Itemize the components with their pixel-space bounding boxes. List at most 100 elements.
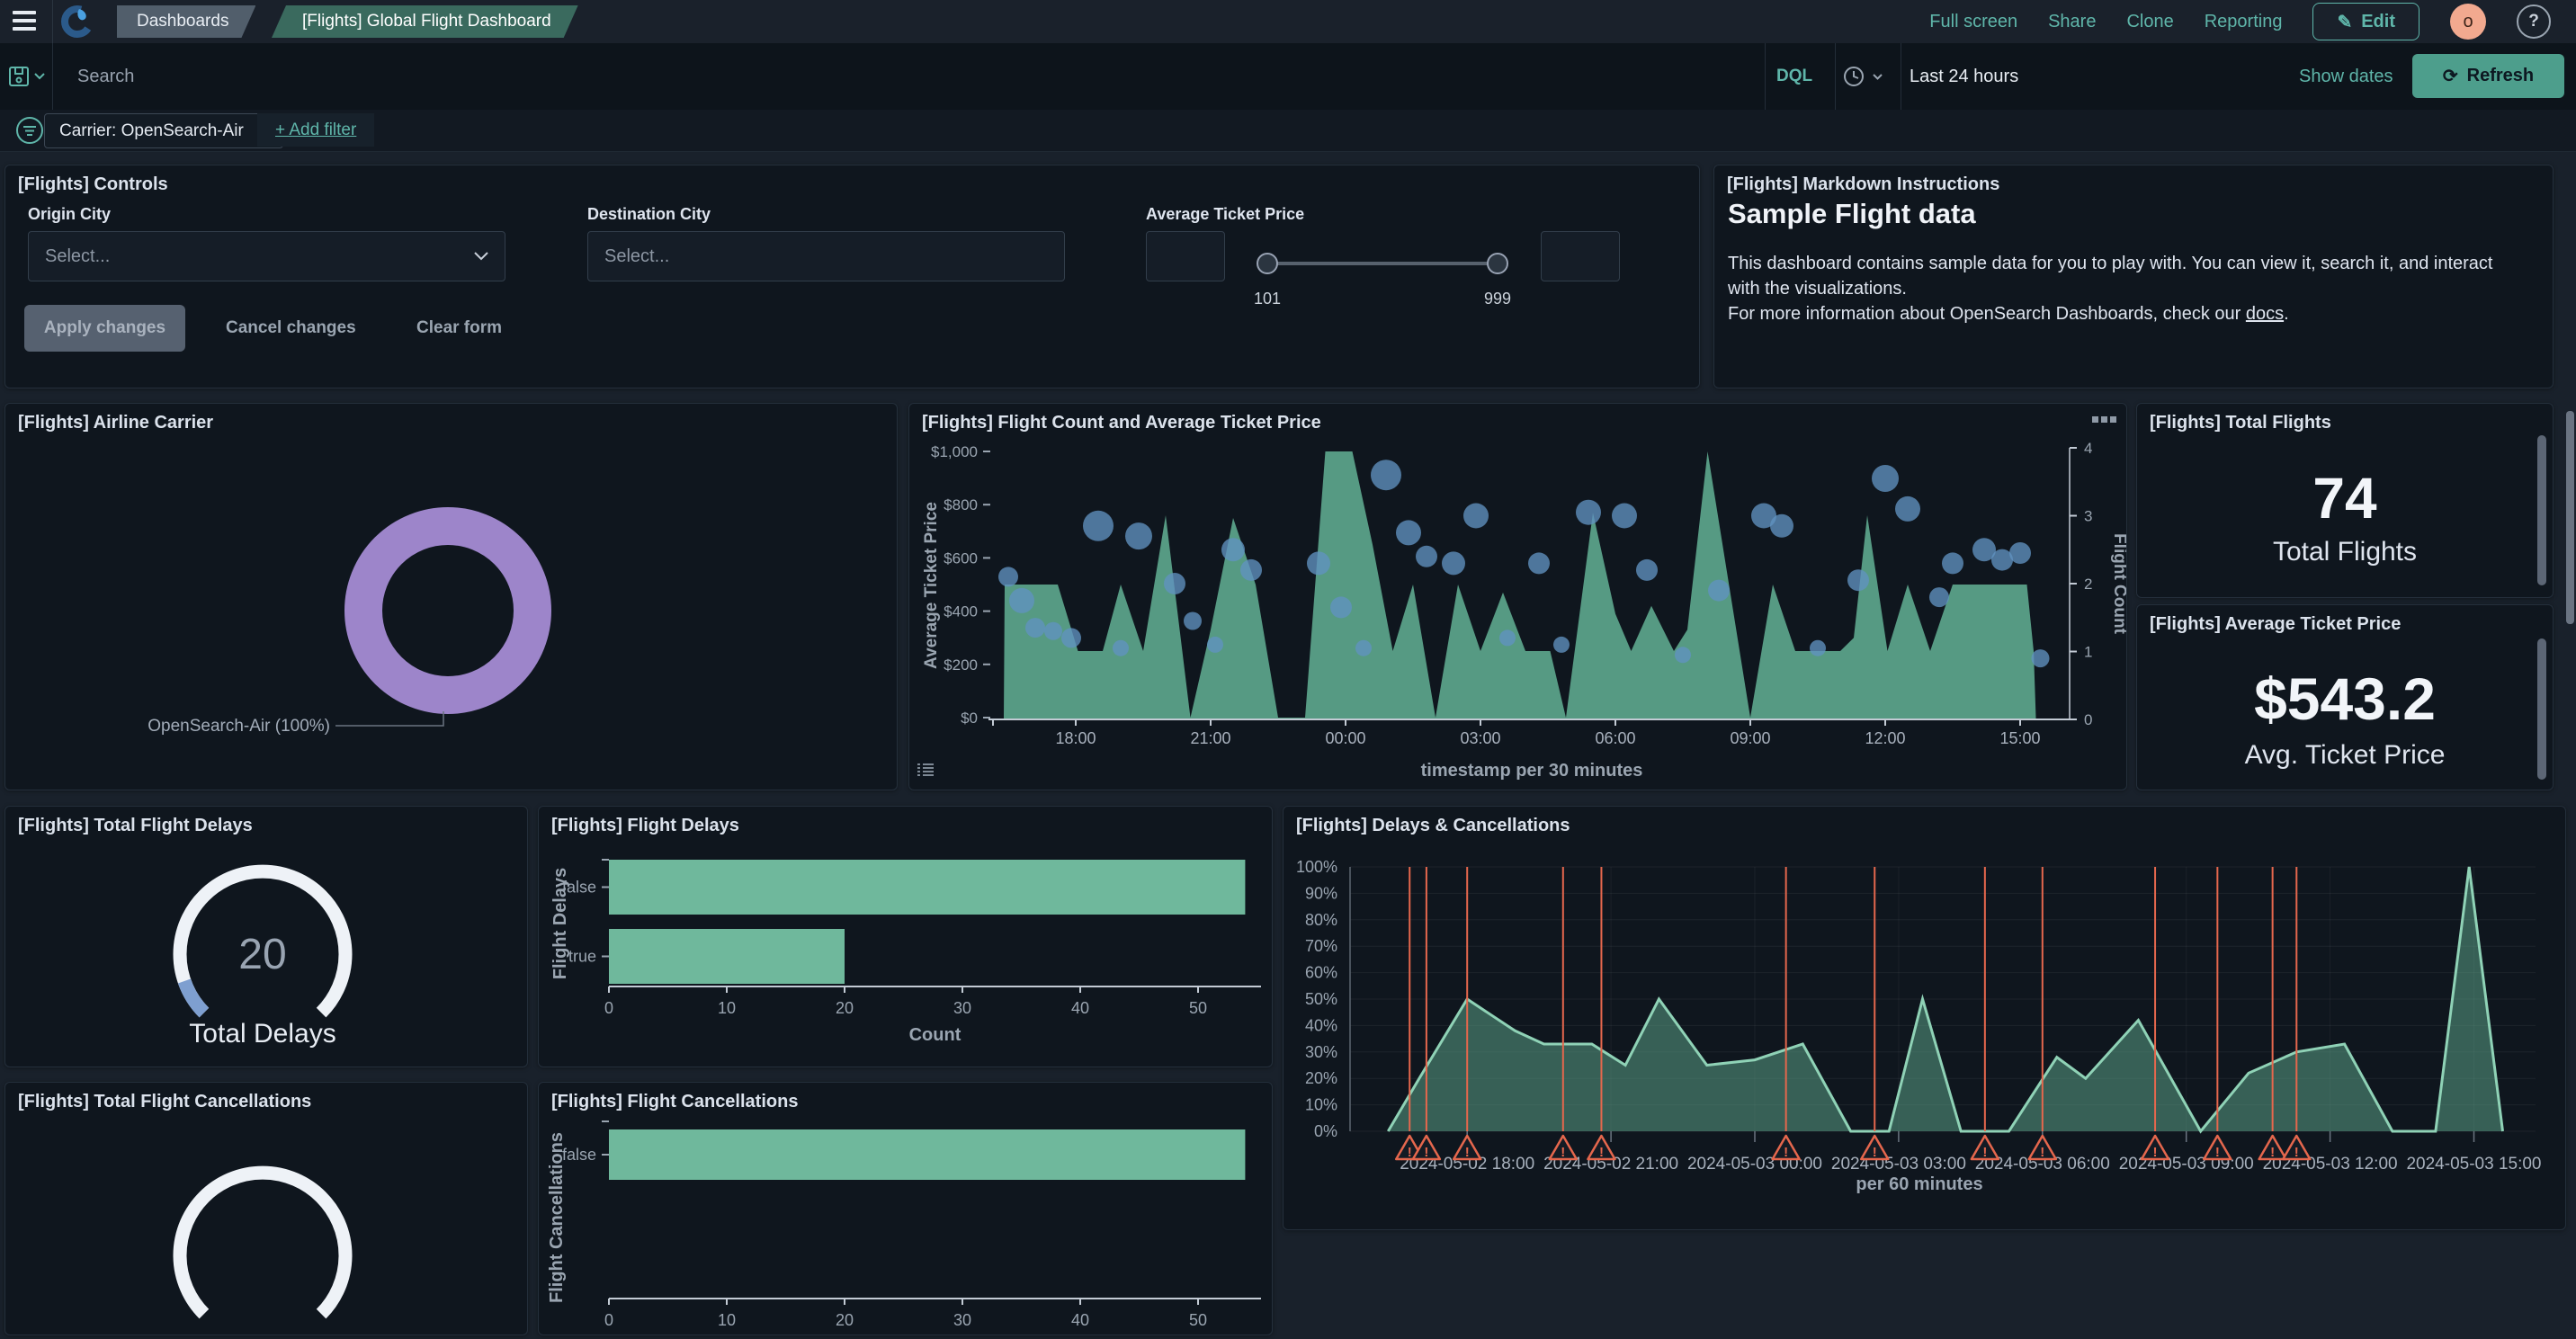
panel-scrollbar[interactable]: [2537, 638, 2546, 780]
svg-text:2024-05-03 03:00: 2024-05-03 03:00: [1831, 1155, 1966, 1174]
total-delays-gauge[interactable]: 20Total Delays: [5, 807, 527, 1067]
svg-text:80%: 80%: [1305, 911, 1337, 929]
origin-city-select[interactable]: Select...: [28, 231, 505, 281]
show-dates-button[interactable]: Show dates: [2299, 43, 2393, 110]
refresh-button[interactable]: ⟳ Refresh: [2412, 54, 2564, 98]
panel-title[interactable]: [Flights] Controls: [18, 174, 168, 195]
price-range-slider[interactable]: [1267, 262, 1498, 265]
svg-text:40: 40: [1071, 999, 1089, 1017]
user-avatar[interactable]: o: [2450, 4, 2486, 40]
saved-query-menu-button[interactable]: [0, 43, 53, 110]
airline-carrier-donut-chart[interactable]: OpenSearch-Air (100%): [5, 404, 897, 790]
clone-link[interactable]: Clone: [2126, 12, 2173, 32]
svg-text:!: !: [1982, 1145, 1987, 1160]
panel-title[interactable]: [Flights] Flight Count and Average Ticke…: [922, 413, 1321, 433]
search-input[interactable]: Search: [77, 43, 134, 110]
panel-title[interactable]: [Flights] Flight Delays: [551, 816, 739, 836]
price-slider-handle-max[interactable]: [1487, 253, 1508, 274]
breadcrumb-label: Dashboards: [137, 12, 228, 31]
flight-delays-bar-chart[interactable]: falsetrue01020304050CountFlight Delays: [539, 807, 1272, 1067]
destination-city-label: Destination City: [587, 205, 711, 224]
svg-text:Average Ticket Price: Average Ticket Price: [922, 502, 941, 669]
menu-icon[interactable]: [13, 11, 36, 32]
price-min-input[interactable]: [1146, 231, 1225, 281]
share-link[interactable]: Share: [2048, 12, 2096, 32]
panel-title[interactable]: [Flights] Total Flight Cancellations: [18, 1092, 311, 1112]
svg-text:!: !: [1784, 1145, 1788, 1160]
svg-text:3: 3: [2084, 508, 2092, 525]
full-screen-link[interactable]: Full screen: [1929, 12, 2017, 32]
docs-link[interactable]: docs: [2246, 304, 2284, 324]
panel-title[interactable]: [Flights] Markdown Instructions: [1727, 174, 1999, 195]
breadcrumb-label: [Flights] Global Flight Dashboard: [302, 12, 551, 31]
svg-text:03:00: 03:00: [1460, 729, 1500, 747]
panel-total-flight-cancellations: [Flights] Total Flight Cancellations: [4, 1082, 528, 1335]
time-range-value[interactable]: Last 24 hours: [1910, 43, 2018, 110]
refresh-icon: ⟳: [2443, 65, 2458, 87]
pencil-icon: ✎: [2337, 11, 2352, 33]
opensearch-logo-icon[interactable]: [59, 4, 95, 40]
top-nav-bar: Dashboards [Flights] Global Flight Dashb…: [0, 0, 2576, 44]
svg-text:40: 40: [1071, 1311, 1089, 1329]
svg-text:30%: 30%: [1305, 1043, 1337, 1061]
svg-text:09:00: 09:00: [1730, 729, 1770, 747]
filter-options-icon[interactable]: [14, 115, 45, 150]
clock-icon: [1842, 65, 1865, 88]
panel-title[interactable]: [Flights] Total Flight Delays: [18, 816, 253, 836]
panel-title[interactable]: [Flights] Flight Cancellations: [551, 1092, 798, 1112]
panel-title[interactable]: [Flights] Total Flights: [2150, 413, 2331, 433]
breadcrumb-dashboards[interactable]: Dashboards: [117, 5, 255, 38]
svg-text:$200: $200: [944, 656, 978, 674]
panel-menu-icon[interactable]: [2092, 413, 2117, 429]
panel-flight-count-price: [Flights] Flight Count and Average Ticke…: [908, 403, 2127, 790]
avg-ticket-price-label: Avg. Ticket Price: [2137, 740, 2553, 771]
legend-toggle-icon[interactable]: [917, 762, 935, 782]
origin-city-label: Origin City: [28, 205, 111, 224]
price-slider-handle-min[interactable]: [1257, 253, 1278, 274]
separator: [1835, 43, 1836, 110]
apply-changes-button[interactable]: Apply changes: [24, 305, 185, 352]
delays-cancellations-chart[interactable]: 0%10%20%30%40%50%60%70%80%90%100%2024-05…: [1284, 807, 2565, 1229]
svg-text:Count: Count: [909, 1025, 962, 1045]
help-icon[interactable]: ?: [2517, 4, 2551, 39]
panel-flights-controls: [Flights] Controls Origin City Select...…: [4, 165, 1700, 388]
panel-flight-delays: [Flights] Flight Delays falsetrue0102030…: [538, 806, 1273, 1067]
panel-scrollbar[interactable]: [2537, 435, 2546, 585]
panel-markdown-instructions: [Flights] Markdown Instructions Sample F…: [1713, 165, 2554, 388]
svg-text:!: !: [2153, 1145, 2158, 1160]
flight-count-price-chart[interactable]: $0$200$400$600$800$1,000Average Ticket P…: [909, 404, 2126, 790]
cancel-changes-button[interactable]: Cancel changes: [226, 305, 356, 352]
svg-text:!: !: [1561, 1145, 1565, 1160]
svg-text:10: 10: [718, 1311, 736, 1329]
total-cancellations-gauge[interactable]: [5, 1083, 527, 1335]
svg-text:$0: $0: [961, 710, 978, 727]
svg-text:2024-05-03 09:00: 2024-05-03 09:00: [2119, 1155, 2254, 1174]
svg-text:30: 30: [953, 999, 971, 1017]
panel-title[interactable]: [Flights] Delays & Cancellations: [1296, 816, 1570, 836]
edit-button[interactable]: ✎ Edit: [2312, 3, 2419, 40]
svg-text:20: 20: [238, 931, 286, 978]
header-divider: [52, 0, 53, 43]
breadcrumb-current-dashboard[interactable]: [Flights] Global Flight Dashboard: [272, 5, 578, 38]
panel-title[interactable]: [Flights] Airline Carrier: [18, 413, 213, 433]
filter-chip-carrier[interactable]: Carrier: OpenSearch-Air ✕: [44, 113, 283, 148]
svg-text:0%: 0%: [1314, 1122, 1337, 1140]
clear-form-button[interactable]: Clear form: [416, 305, 502, 352]
svg-text:2024-05-03 00:00: 2024-05-03 00:00: [1687, 1155, 1822, 1174]
dql-language-button[interactable]: DQL: [1776, 43, 1812, 110]
panel-title[interactable]: [Flights] Average Ticket Price: [2150, 614, 2401, 635]
add-filter-button[interactable]: + Add filter: [257, 113, 374, 147]
destination-city-placeholder: Select...: [604, 246, 669, 267]
price-max-input[interactable]: [1541, 231, 1620, 281]
flight-cancellations-bar-chart[interactable]: false01020304050CountFlight Cancellation…: [539, 1083, 1272, 1335]
svg-text:60%: 60%: [1305, 964, 1337, 982]
page-scrollbar-thumb[interactable]: [2566, 411, 2574, 624]
destination-city-select[interactable]: Select...: [587, 231, 1065, 281]
svg-text:12:00: 12:00: [1865, 729, 1905, 747]
svg-text:50: 50: [1189, 1311, 1207, 1329]
svg-text:0: 0: [2084, 711, 2092, 728]
svg-text:20: 20: [836, 999, 854, 1017]
reporting-link[interactable]: Reporting: [2205, 12, 2283, 32]
svg-text:!: !: [1599, 1145, 1604, 1160]
time-picker-quick-menu[interactable]: [1842, 43, 1883, 110]
